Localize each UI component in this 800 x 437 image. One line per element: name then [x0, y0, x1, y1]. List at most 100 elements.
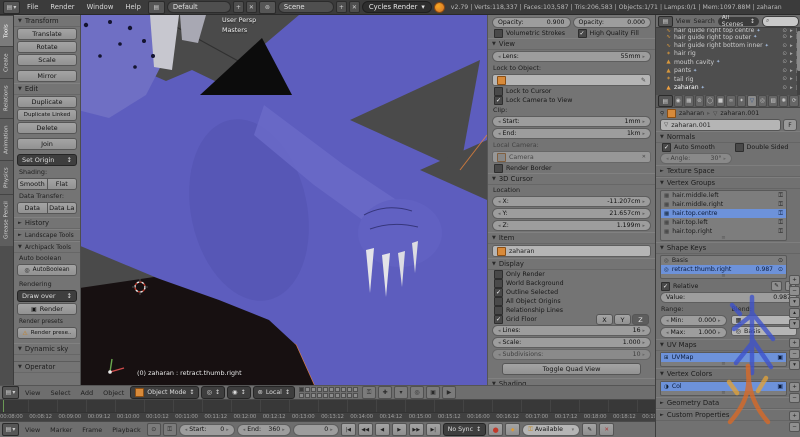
menu-render[interactable]: Render: [45, 3, 79, 11]
list-resize-grip[interactable]: ≡: [661, 362, 786, 366]
timeline-tracks[interactable]: [0, 400, 655, 412]
add-uvmap-button[interactable]: +: [789, 382, 800, 392]
timeline-menu-view[interactable]: View: [21, 426, 44, 434]
lock-icon[interactable]: ⚿: [778, 201, 783, 209]
axis-x-button[interactable]: X: [596, 314, 613, 325]
shading-dropdown[interactable]: ◎↕: [201, 386, 225, 399]
scene-icon[interactable]: ⊚: [259, 1, 276, 14]
add-shapekey-button[interactable]: +: [789, 338, 800, 348]
cursor-y-field[interactable]: ◂ Y:21.657cm ▸: [492, 208, 651, 219]
tab-constraints[interactable]: ∞: [726, 95, 736, 107]
rotate-button[interactable]: Rotate: [17, 41, 77, 53]
eye-icon[interactable]: ⊙: [782, 51, 787, 57]
vertex-group-row[interactable]: ▦hair.middle.left⚿: [661, 191, 786, 200]
editor-type-timeline-icon[interactable]: ▤▾: [2, 423, 19, 436]
grid-scale-field[interactable]: ◂ Scale:1.000 ▸: [492, 337, 651, 348]
outliner-row[interactable]: ∿hair guide right bottom inner✦ ⊙▸▣: [656, 41, 800, 49]
eye-icon[interactable]: ⊙: [782, 68, 787, 74]
lock-object-field[interactable]: ✎: [492, 74, 651, 86]
double-sided-checkbox[interactable]: ✓Double Sided: [729, 143, 800, 152]
play-reverse-button[interactable]: ◀: [375, 423, 390, 436]
pin-icon[interactable]: ⚲: [660, 111, 664, 117]
frame-start-field[interactable]: ◂ Start:0 ▸: [179, 424, 235, 436]
viewport-menu-add[interactable]: Add: [77, 389, 98, 397]
tab-create[interactable]: Create: [0, 46, 13, 78]
jump-to-end-button[interactable]: ▶|: [426, 423, 441, 436]
vertex-group-row-active[interactable]: ▦hair.top.centre⚿: [661, 209, 786, 218]
panel-shape-keys[interactable]: ▼Shape Keys: [656, 242, 800, 254]
eyedropper-icon[interactable]: ✎: [641, 77, 646, 84]
menu-window[interactable]: Window: [82, 3, 119, 11]
tab-object-data[interactable]: ▽: [747, 95, 757, 107]
eye-icon[interactable]: ⊙: [782, 85, 787, 91]
toggle-quad-view-button[interactable]: Toggle Quad View: [502, 363, 641, 375]
auto-keyframe-record-button[interactable]: ●: [488, 423, 503, 436]
cursor-x-field[interactable]: ◂ X:-11.207cm ▸: [492, 196, 651, 207]
outliner-row[interactable]: ✶hair rig ⊙▸▣: [656, 50, 800, 58]
panel-item[interactable]: ▼Item: [488, 232, 655, 244]
mute-icon[interactable]: ⊙: [778, 266, 783, 273]
editor-type-3dview-icon[interactable]: ▤▾: [2, 386, 19, 399]
move-down-button[interactable]: ▾: [789, 319, 800, 329]
move-up-button[interactable]: ▴: [789, 308, 800, 318]
pivot-dropdown[interactable]: ◉↕: [227, 386, 251, 399]
lock-camera-checkbox[interactable]: ✓Lock Camera to View: [488, 96, 655, 105]
editor-type-properties-icon[interactable]: ▤: [658, 95, 673, 107]
panel-3d-cursor[interactable]: ▼3D Cursor: [488, 173, 655, 185]
tab-modifiers[interactable]: ✦: [737, 95, 747, 107]
outliner-row[interactable]: ▲pants✦ ⊙▸▣: [656, 67, 800, 75]
tab-physics[interactable]: ⟳: [789, 95, 799, 107]
select-icon[interactable]: ▸: [790, 59, 793, 65]
close-scene-button[interactable]: ✕: [349, 1, 360, 13]
panel-geometry-data[interactable]: ►Geometry Data: [656, 397, 800, 409]
eye-icon[interactable]: ⊙: [782, 43, 787, 49]
breadcrumb-object[interactable]: zaharan: [679, 110, 704, 117]
render-icon[interactable]: ▣: [777, 383, 783, 390]
shape-key-row[interactable]: ◎Basis⊙: [661, 256, 786, 265]
auto-smooth-angle-field[interactable]: ◂ Angle:30° ▸: [660, 153, 732, 164]
lock-to-cursor-checkbox[interactable]: ✓Lock to Cursor: [488, 87, 655, 96]
data-layout-button[interactable]: Data La: [48, 202, 78, 214]
scale-button[interactable]: Scale: [17, 54, 77, 66]
outliner-menu-search[interactable]: Search: [694, 18, 715, 25]
duplicate-button[interactable]: Duplicate: [17, 96, 77, 108]
select-icon[interactable]: ▸: [790, 28, 793, 33]
only-render-checkbox[interactable]: ✓Only Render: [488, 270, 655, 279]
lock-icon[interactable]: ⚿: [778, 219, 783, 227]
preview-range-icon[interactable]: ⊙: [147, 423, 161, 436]
all-origins-checkbox[interactable]: ✓All Object Origins: [488, 297, 655, 306]
outliner-row-active[interactable]: ▲zaharan✦ ⊙▸▣: [656, 83, 800, 91]
blend-vgroup-field[interactable]: ▦: [731, 315, 798, 325]
duplicate-linked-button[interactable]: Duplicate Linked: [17, 109, 77, 121]
edit-mode-pin-button[interactable]: ✎: [771, 281, 782, 291]
panel-vertex-groups[interactable]: ▼Vertex Groups: [656, 177, 800, 189]
auto-smooth-checkbox[interactable]: ✓Auto Smooth: [656, 143, 729, 152]
viewport-menu-object[interactable]: Object: [99, 389, 128, 397]
list-resize-grip[interactable]: ≡: [661, 236, 786, 240]
panel-transform[interactable]: ▼Transform: [14, 15, 80, 27]
layers-widget[interactable]: [299, 387, 358, 398]
gp-opacity-slider[interactable]: Opacity:0.900: [492, 17, 571, 28]
gp-opacity2-slider[interactable]: Opacity:0.000: [573, 17, 652, 28]
item-name-field[interactable]: zaharan: [492, 245, 651, 257]
render-icon[interactable]: ▣: [777, 354, 783, 361]
set-origin-dropdown[interactable]: Set Origin↕: [17, 154, 77, 166]
render-button[interactable]: ▣Render: [17, 303, 77, 315]
render-border-checkbox[interactable]: ✓Render Border: [488, 164, 655, 173]
vertex-group-row[interactable]: ▦hair.middle.right⚿: [661, 200, 786, 209]
add-layout-button[interactable]: +: [233, 1, 244, 13]
local-camera-field[interactable]: Camera✕: [492, 151, 651, 163]
viewport-menu-view[interactable]: View: [21, 389, 44, 397]
select-icon[interactable]: ▸: [790, 76, 793, 82]
select-icon[interactable]: ▸: [790, 85, 793, 91]
tab-animation[interactable]: Animation: [0, 118, 13, 160]
snap-magnet-icon[interactable]: ✚: [378, 386, 392, 399]
mode-dropdown[interactable]: Object Mode↕: [130, 386, 199, 399]
lock-icon[interactable]: ⚿: [362, 386, 376, 399]
add-vcol-button[interactable]: +: [789, 411, 800, 421]
render-opengl-anim-icon[interactable]: ▶: [442, 386, 456, 399]
add-scene-button[interactable]: +: [336, 1, 347, 13]
outliner-scope-dropdown[interactable]: All Scenes↕: [718, 17, 759, 26]
panel-dynamic-sky[interactable]: ▼Dynamic sky: [14, 343, 80, 355]
timeline-menu-playback[interactable]: Playback: [108, 426, 145, 434]
